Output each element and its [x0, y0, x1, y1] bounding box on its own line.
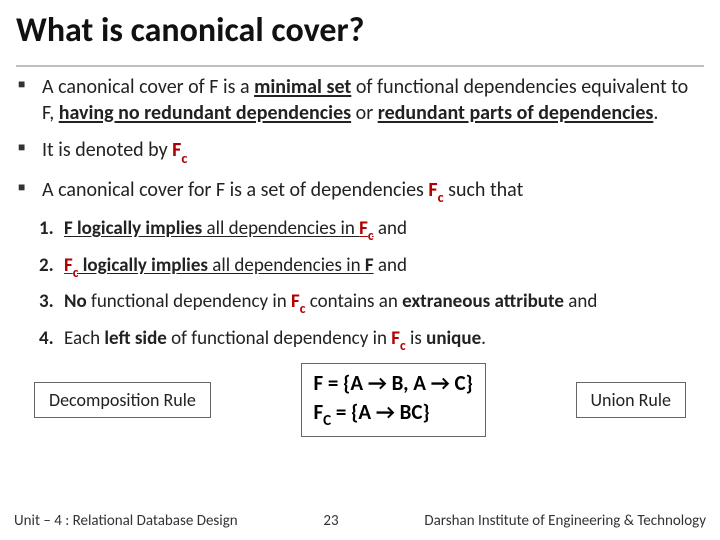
bullet-list: A canonical cover of F is a minimal set …: [16, 75, 704, 205]
text: contains an: [305, 290, 402, 313]
extraneous: extraneous attribute: [402, 290, 564, 313]
sub-c: C: [323, 412, 331, 430]
text: It is denoted by: [42, 138, 172, 162]
f: F: [172, 138, 181, 162]
sub-c: c: [300, 300, 306, 317]
text: Each: [64, 327, 104, 350]
left-side: left side: [104, 327, 166, 350]
sub-c: c: [73, 264, 79, 281]
text: of functional dependency in: [167, 327, 391, 350]
footer-left: Unit – 4 : Relational Database Design: [14, 512, 238, 530]
text: or: [351, 101, 378, 125]
f: F: [391, 327, 400, 350]
text: F logically implies: [64, 217, 202, 240]
bullet-1: A canonical cover of F is a minimal set …: [42, 75, 704, 126]
f: F: [359, 217, 368, 240]
fc-symbol: Fc: [172, 138, 187, 162]
text: = {A → BC}: [331, 399, 430, 425]
sub-c: c: [438, 188, 444, 206]
num-4: Each left side of functional dependency …: [58, 327, 704, 354]
sub-c: c: [368, 227, 374, 244]
sub-c: c: [400, 337, 406, 354]
text: all dependencies in: [202, 217, 359, 240]
f-bold: F: [365, 254, 374, 277]
text: and: [564, 290, 597, 313]
unique: unique: [426, 327, 481, 350]
footer: Unit – 4 : Relational Database Design 23…: [0, 506, 720, 540]
fc: Fc: [391, 327, 405, 350]
text: A canonical cover of F is a: [42, 75, 254, 99]
fc: Fc: [64, 254, 78, 277]
text: .: [481, 327, 486, 350]
fc: Fc: [359, 217, 373, 240]
fd-box: F = {A → B, A → C} FC = {A → BC}: [301, 363, 486, 437]
rule-row: Decomposition Rule F = {A → B, A → C} FC…: [34, 363, 686, 437]
text: is: [406, 327, 426, 350]
num-2: Fc logically implies all dependencies in…: [58, 254, 704, 281]
slide: What is canonical cover? A canonical cov…: [0, 0, 720, 437]
fc-symbol: Fc: [428, 178, 443, 202]
f: F: [428, 178, 437, 202]
title-underline: [16, 65, 704, 67]
text: A canonical cover for F is a set of depe…: [42, 178, 428, 202]
numbered-list: F logically implies all dependencies in …: [16, 217, 704, 353]
num-3: No functional dependency in Fc contains …: [58, 290, 704, 317]
text: logically implies: [78, 254, 208, 277]
no-redundant: having no redundant dependencies: [59, 101, 351, 125]
footer-right: Darshan Institute of Engineering & Techn…: [424, 512, 706, 530]
decomposition-rule-box: Decomposition Rule: [34, 382, 211, 418]
text: and: [374, 254, 407, 277]
text: such that: [444, 178, 524, 202]
redundant-parts: redundant parts of dependencies: [378, 101, 654, 125]
page-number: 23: [323, 512, 338, 530]
bullet-2: It is denoted by Fc: [42, 138, 704, 165]
slide-title: What is canonical cover?: [16, 10, 704, 55]
text: .: [653, 101, 658, 125]
text: functional dependency in: [87, 290, 291, 313]
minimal-set: minimal set: [254, 75, 351, 99]
fc: Fc: [291, 290, 305, 313]
text: No: [64, 290, 87, 313]
bullet-3: A canonical cover for F is a set of depe…: [42, 178, 704, 205]
sub-c: c: [181, 149, 187, 167]
f: F: [314, 399, 324, 425]
num-1: F logically implies all dependencies in …: [58, 217, 704, 244]
text: all dependencies in: [208, 254, 365, 277]
union-rule-box: Union Rule: [576, 382, 686, 418]
fd-f: F = {A → B, A → C}: [314, 369, 473, 397]
text: and: [374, 217, 407, 240]
f: F: [64, 254, 73, 277]
f: F: [291, 290, 300, 313]
fd-fc: FC = {A → BC}: [314, 398, 473, 431]
